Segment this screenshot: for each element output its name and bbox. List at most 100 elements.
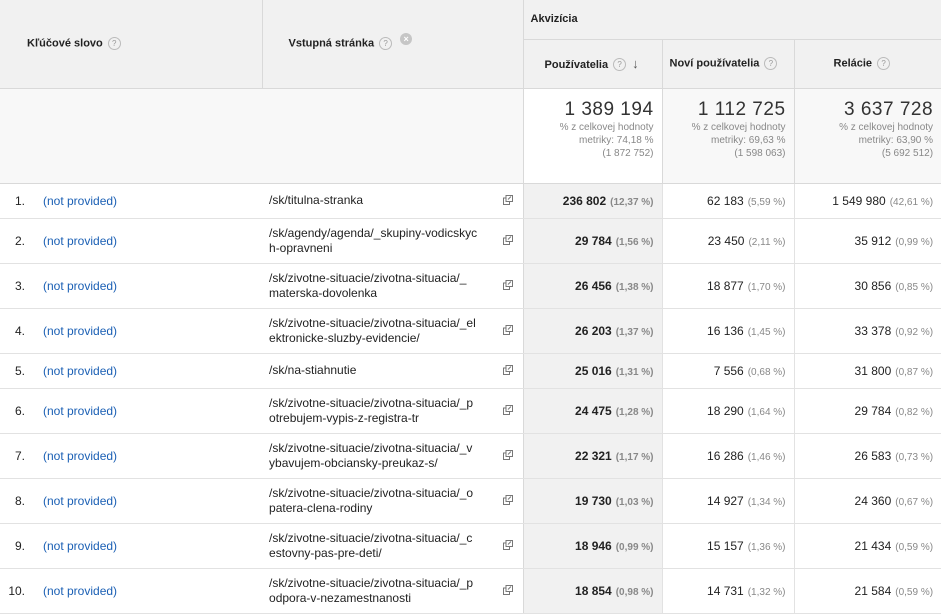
sessions-percent: (42,61 %) bbox=[889, 196, 934, 208]
column-header-landing-page[interactable]: Vstupná stránka? × bbox=[262, 0, 524, 89]
keyword-link[interactable]: (not provided) bbox=[43, 279, 117, 293]
sessions-header-label[interactable]: Relácie bbox=[834, 57, 873, 69]
total-users-note-2: metriky: 74,18 % bbox=[579, 134, 654, 146]
new-users-value: 15 157 bbox=[707, 538, 744, 553]
row-index: 3. bbox=[0, 263, 39, 309]
sessions-cell: 35 912 (0,99 %) bbox=[794, 218, 941, 264]
new-users-percent: (1,45 %) bbox=[747, 326, 786, 338]
sessions-value: 29 784 bbox=[854, 403, 892, 418]
landing-page-path: /sk/zivotne-situacie/zivotna-situacia/_v… bbox=[269, 440, 473, 470]
keyword-link[interactable]: (not provided) bbox=[43, 324, 117, 338]
landing-header-label[interactable]: Vstupná stránka bbox=[289, 38, 375, 50]
sessions-percent: (0,82 %) bbox=[895, 406, 934, 418]
landing-page-cell: /sk/na-stiahnutie bbox=[262, 353, 524, 389]
landing-page-path: /sk/zivotne-situacie/zivotna-situacia/_c… bbox=[269, 530, 473, 560]
keyword-cell: (not provided) bbox=[39, 353, 263, 389]
users-value: 29 784 bbox=[575, 233, 612, 248]
users-value: 18 946 bbox=[575, 538, 612, 553]
sessions-value: 35 912 bbox=[854, 233, 892, 248]
keyword-cell: (not provided) bbox=[39, 308, 263, 354]
users-value: 22 321 bbox=[575, 448, 612, 463]
sessions-cell: 29 784 (0,82 %) bbox=[794, 388, 941, 434]
keyword-link[interactable]: (not provided) bbox=[43, 494, 117, 508]
users-percent: (1,17 %) bbox=[615, 451, 654, 463]
sessions-cell: 26 583 (0,73 %) bbox=[794, 433, 941, 479]
new-users-help-icon[interactable]: ? bbox=[764, 57, 778, 70]
keyword-link[interactable]: (not provided) bbox=[43, 539, 117, 553]
new-users-percent: (1,64 %) bbox=[747, 406, 786, 418]
new-users-cell: 16 286 (1,46 %) bbox=[662, 433, 795, 479]
sessions-percent: (0,99 %) bbox=[895, 236, 934, 248]
table-row: 6. (not provided) /sk/zivotne-situacie/z… bbox=[0, 388, 941, 434]
open-page-icon[interactable] bbox=[502, 279, 513, 290]
new-users-value: 18 290 bbox=[707, 403, 744, 418]
sessions-percent: (0,59 %) bbox=[895, 586, 934, 598]
sessions-percent: (0,85 %) bbox=[895, 281, 934, 293]
column-header-new-users[interactable]: Noví používatelia? bbox=[662, 39, 795, 89]
users-percent: (1,37 %) bbox=[615, 326, 654, 338]
landing-help-icon[interactable]: ? bbox=[379, 37, 393, 51]
new-users-value: 14 927 bbox=[707, 493, 744, 508]
keyword-header-label[interactable]: Kľúčové slovo bbox=[27, 38, 103, 50]
open-page-icon[interactable] bbox=[502, 194, 513, 205]
users-header-label[interactable]: Používatelia bbox=[545, 59, 609, 71]
users-percent: (1,38 %) bbox=[615, 281, 654, 293]
keyword-link[interactable]: (not provided) bbox=[43, 584, 117, 598]
users-value: 18 854 bbox=[575, 583, 612, 598]
total-users: 1 389 194 % z celkovej hodnoty metriky: … bbox=[523, 88, 663, 184]
landing-page-path: /sk/zivotne-situacie/zivotna-situacia/_ m… bbox=[269, 270, 467, 300]
keyword-link[interactable]: (not provided) bbox=[43, 449, 117, 463]
new-users-cell: 15 157 (1,36 %) bbox=[662, 523, 795, 569]
keyword-cell: (not provided) bbox=[39, 478, 263, 524]
total-sessions-value: 3 637 728 bbox=[844, 98, 934, 120]
open-page-icon[interactable] bbox=[502, 404, 513, 415]
keyword-link[interactable]: (not provided) bbox=[43, 234, 117, 248]
open-page-icon[interactable] bbox=[502, 364, 513, 375]
users-value: 236 802 bbox=[562, 193, 607, 208]
totals-row: 1 389 194 % z celkovej hodnoty metriky: … bbox=[0, 88, 941, 184]
table-row: 3. (not provided) /sk/zivotne-situacie/z… bbox=[0, 263, 941, 309]
sessions-cell: 24 360 (0,67 %) bbox=[794, 478, 941, 524]
sessions-value: 1 549 980 bbox=[832, 193, 886, 208]
column-header-keyword[interactable]: Kľúčové slovo? bbox=[0, 0, 263, 89]
open-page-icon[interactable] bbox=[502, 449, 513, 460]
sessions-percent: (0,92 %) bbox=[895, 326, 934, 338]
keyword-link[interactable]: (not provided) bbox=[43, 364, 117, 378]
landing-page-cell: /sk/zivotne-situacie/zivotna-situacia/_c… bbox=[262, 523, 524, 569]
users-cell: 25 016 (1,31 %) bbox=[523, 353, 663, 389]
column-header-users[interactable]: Používatelia? ↓ bbox=[523, 39, 663, 89]
keyword-help-icon[interactable]: ? bbox=[107, 37, 121, 51]
users-cell: 26 456 (1,38 %) bbox=[523, 263, 663, 309]
landing-page-path: /sk/zivotne-situacie/zivotna-situacia/_p… bbox=[269, 395, 474, 425]
new-users-cell: 18 877 (1,70 %) bbox=[662, 263, 795, 309]
new-users-value: 16 136 bbox=[707, 323, 744, 338]
keyword-link[interactable]: (not provided) bbox=[43, 194, 117, 208]
users-value: 24 475 bbox=[575, 403, 612, 418]
users-percent: (1,56 %) bbox=[615, 236, 654, 248]
open-page-icon[interactable] bbox=[502, 584, 513, 595]
keyword-cell: (not provided) bbox=[39, 183, 263, 219]
users-help-icon[interactable]: ? bbox=[613, 58, 627, 72]
landing-page-cell: /sk/zivotne-situacie/zivotna-situacia/_o… bbox=[262, 478, 524, 524]
total-sessions-note-2: metriky: 63,90 % bbox=[858, 134, 934, 146]
new-users-cell: 7 556 (0,68 %) bbox=[662, 353, 795, 389]
table-row: 7. (not provided) /sk/zivotne-situacie/z… bbox=[0, 433, 941, 479]
open-page-icon[interactable] bbox=[502, 494, 513, 505]
sort-descending-icon[interactable]: ↓ bbox=[632, 56, 639, 71]
landing-page-cell: /sk/zivotne-situacie/zivotna-situacia/_e… bbox=[262, 308, 524, 354]
remove-dimension-icon[interactable]: × bbox=[400, 33, 413, 46]
table-row: 10. (not provided) /sk/zivotne-situacie/… bbox=[0, 568, 941, 614]
keyword-cell: (not provided) bbox=[39, 218, 263, 264]
sessions-help-icon[interactable]: ? bbox=[877, 57, 891, 70]
column-header-sessions[interactable]: Relácie? bbox=[794, 39, 941, 89]
open-page-icon[interactable] bbox=[502, 324, 513, 335]
sessions-percent: (0,87 %) bbox=[895, 366, 934, 378]
open-page-icon[interactable] bbox=[502, 234, 513, 245]
open-page-icon[interactable] bbox=[502, 539, 513, 550]
total-users-value: 1 389 194 bbox=[564, 98, 654, 120]
users-percent: (12,37 %) bbox=[610, 196, 654, 208]
sessions-percent: (0,73 %) bbox=[895, 451, 934, 463]
new-users-header-label[interactable]: Noví používatelia bbox=[670, 57, 760, 69]
users-percent: (0,98 %) bbox=[615, 586, 654, 598]
keyword-link[interactable]: (not provided) bbox=[43, 404, 117, 418]
